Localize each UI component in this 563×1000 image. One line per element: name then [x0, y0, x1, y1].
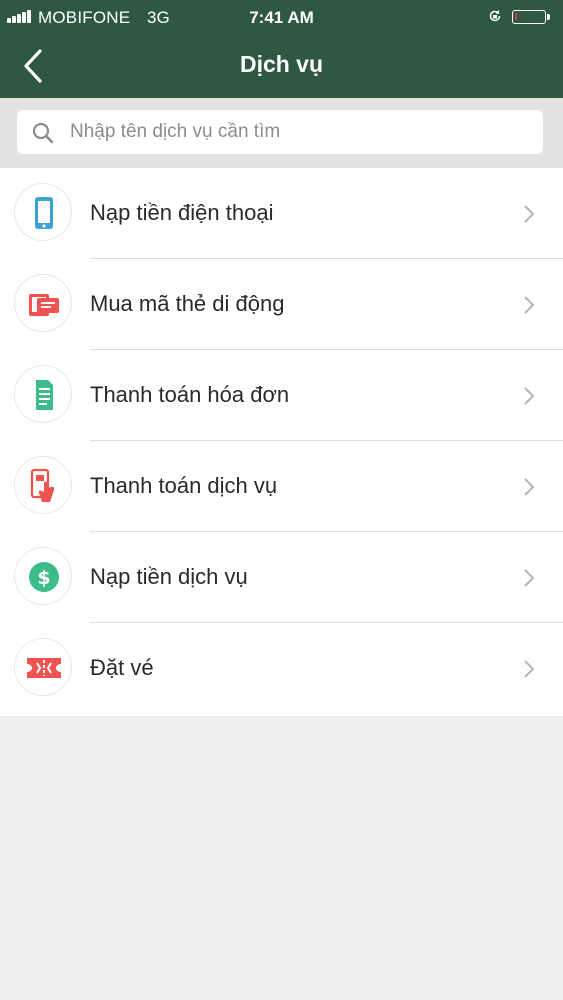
service-item-pay-service[interactable]: Thanh toán dịch vụ — [0, 441, 563, 532]
service-icon-badge — [14, 274, 72, 332]
chevron-right-icon — [524, 205, 535, 223]
service-icon-badge: $ — [14, 547, 72, 605]
rotation-lock-icon — [489, 10, 501, 22]
chevron-right-icon — [524, 296, 535, 314]
navigation-bar: Dịch vụ — [0, 34, 563, 98]
tap-phone-icon — [30, 468, 55, 502]
bill-icon — [36, 380, 53, 410]
service-label: Mua mã thẻ di động — [90, 291, 285, 316]
battery-level — [515, 13, 517, 20]
service-icon-badge — [14, 456, 72, 514]
chevron-right-icon — [524, 478, 535, 496]
svg-text:$: $ — [37, 567, 50, 589]
service-label: Đặt vé — [90, 655, 154, 680]
service-icon-badge — [14, 365, 72, 423]
status-bar: MOBIFONE 3G 7:41 AM — [0, 0, 563, 34]
phone-icon — [35, 197, 53, 229]
service-item-book-ticket[interactable]: Đặt vé — [0, 623, 563, 714]
service-label: Thanh toán hóa đơn — [90, 382, 290, 407]
service-label: Nạp tiền điện thoại — [90, 200, 274, 225]
dollar-coin-icon: $ — [29, 562, 59, 592]
service-item-pay-bill[interactable]: Thanh toán hóa đơn — [0, 350, 563, 441]
chevron-right-icon — [524, 569, 535, 587]
search-icon — [32, 122, 54, 144]
ticket-icon — [27, 658, 61, 678]
service-item-top-up-phone[interactable]: Nạp tiền điện thoại — [0, 168, 563, 259]
card-icon — [29, 294, 59, 316]
service-icon-badge — [14, 183, 72, 241]
chevron-right-icon — [524, 660, 535, 678]
search-bar — [0, 98, 563, 168]
chevron-right-icon — [524, 387, 535, 405]
service-item-top-up-service[interactable]: $ Nạp tiền dịch vụ — [0, 532, 563, 623]
clock: 7:41 AM — [249, 8, 314, 27]
service-label: Thanh toán dịch vụ — [90, 473, 278, 498]
service-icon-badge — [14, 638, 72, 696]
service-list: Nạp tiền điện thoại Mua mã thẻ di động T… — [0, 168, 563, 716]
app-header: MOBIFONE 3G 7:41 AM Dịch vụ — [0, 0, 563, 98]
service-item-buy-card[interactable]: Mua mã thẻ di động — [0, 259, 563, 350]
battery-icon — [512, 10, 550, 24]
service-label: Nạp tiền dịch vụ — [90, 564, 248, 589]
search-box[interactable] — [17, 110, 543, 154]
search-input[interactable] — [70, 110, 530, 154]
page-title: Dịch vụ — [239, 51, 324, 77]
